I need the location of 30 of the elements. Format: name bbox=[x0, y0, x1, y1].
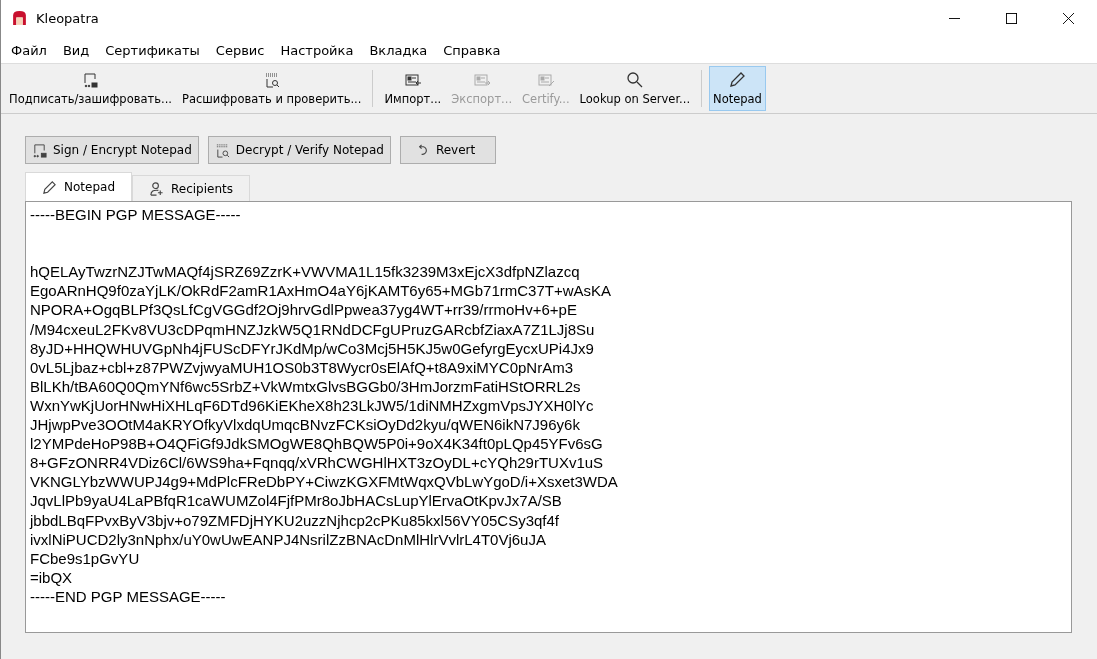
document-search-icon bbox=[214, 142, 230, 158]
toolbar-button[interactable]: Notepad bbox=[709, 66, 766, 111]
action-button[interactable]: Revert bbox=[399, 136, 497, 164]
add-person-icon bbox=[149, 181, 164, 196]
menu-item[interactable]: Вид bbox=[62, 42, 90, 58]
window-title: Kleopatra bbox=[36, 11, 99, 26]
tab[interactable]: Notepad bbox=[25, 172, 132, 201]
menu-item[interactable]: Сервис bbox=[215, 42, 265, 58]
menu-item[interactable]: Настройка bbox=[280, 42, 354, 58]
id-card-icon bbox=[403, 71, 422, 89]
notepad-text-area[interactable]: -----BEGIN PGP MESSAGE----- hQELAyTwzrNZJTwMAQf4jSRZ69ZzrK+VWVMA1L15fk3239M3xEjcX3dfpNZlazcq EgoARnHQ9f0zaYjLK/OkRdF2amR1AxHmO4aY6jKAMT6y65+MGb71rmC37T+wAsKA NPORA+OgqBLPf3QsLfCgVGGdf2Oj9hrvGdlPpwea37yg4WT+rr39/rrmoHv+6+pE /M94cxeuL2FKv8VU3cDPqmHNZJzkW5Q1RNdDCFgUPruzGARcbfZiaxA7Z1LJj8Su 8yJD+HHQWHUVGpNh4jFUScDFYrJKdMp/wCo3Mcj5H5KJ5w0GefyrgEycxUPi4Jx9 0vL5Ljbaz+cbl+z87PWZvjwyaMUH1OS0b3T8Wycr0sElAfQ+t8A9xiMYC0pNrAm3 BlLKh/tBA60Q0QmYNf6wc5SrbZ+VkWmtxGlvsBGGb0/3HmJorzmFatiHStORRL2s WxnYwKjUorHNwHiXHLqF6DTd96KiEKheX8h23LkJW5/1diNMHZxgmVpsJYXH0lYc JHjwpPve3OOtM4aKRYOfkyVlxdqUmqcBNvzFCKsiOyDd2kyu/qWEN6ikN7J96y6k l2YMPdeHoP98B+O4QFiGf9JdkSMOgWE8QhBQW5P0i+9oX4K34ft0pLQp45YFv6sG 8+GFzONRR4VDiz6Cl/6WS9ha+Fqnqq/xVRhCWGHlHXT3zOyDL+cYQh29rTUXv1uS VKNGLYbzWWUPJ4g9+MdPlcFReDbPY+CiwzKGXFMtWqxQVbLwYgoD/i+Xsxet3WDA JqvLlPb9yaU4LaPBfqR1caWUMZol4FjfPMr8oJbHACsLupYlErvaOtKpvJx7A/SB jbbdLBqFPvxByV3bjv+o79ZMFDjHYKU2uzzNjhcp2cPKu85kxl56VY05CSy3qf4f ivxlNiPUCD2ly3nNphx/uY0wUwEANPJ4NsrilZzBNAcDnMlHlrVvlrL4T0Vj6uJA FCbe9s1pGvYU =ibQX -----END PGP MESSAGE----- bbox=[25, 201, 1072, 633]
menu-item[interactable]: Файл bbox=[11, 42, 47, 58]
id-card-icon bbox=[472, 71, 491, 89]
app-logo-icon bbox=[11, 10, 28, 27]
id-card-icon bbox=[536, 71, 555, 89]
document-lock-icon bbox=[81, 71, 100, 89]
menu-item[interactable]: Вкладка bbox=[369, 42, 428, 58]
action-button[interactable]: Sign / Encrypt Notepad bbox=[25, 136, 199, 164]
search-icon bbox=[625, 71, 644, 89]
pencil-icon bbox=[42, 179, 57, 195]
action-button[interactable]: Decrypt / Verify Notepad bbox=[207, 136, 391, 164]
tab[interactable]: Recipients bbox=[132, 175, 250, 201]
pencil-icon bbox=[728, 71, 747, 89]
toolbar-button[interactable]: Расшифровать и проверить... bbox=[177, 66, 366, 111]
menu-item[interactable]: Справка bbox=[443, 42, 501, 58]
toolbar-button[interactable]: Подписать/зашифровать... bbox=[5, 66, 176, 111]
document-lock-icon bbox=[32, 142, 47, 158]
toolbar-button[interactable]: Lookup on Server... bbox=[575, 66, 695, 111]
toolbar-button[interactable]: Импорт... bbox=[380, 66, 446, 111]
menu-item[interactable]: Сертификаты bbox=[105, 42, 200, 58]
